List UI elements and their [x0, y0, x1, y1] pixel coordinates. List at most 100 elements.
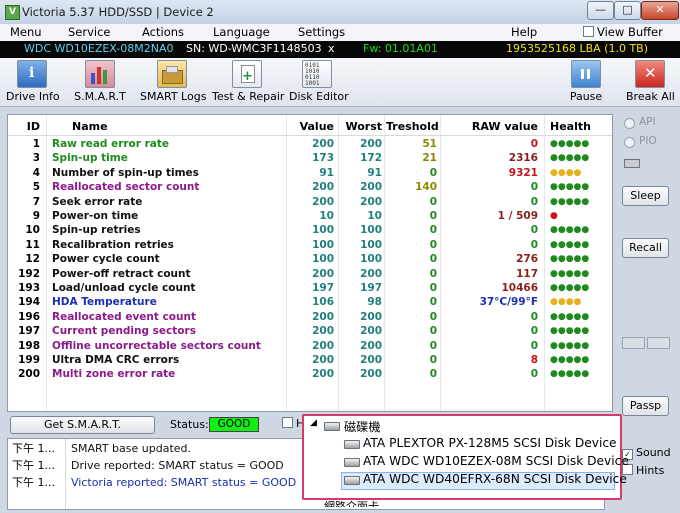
cell-raw: 276 [516, 253, 538, 266]
hints-label: Hints [636, 464, 665, 477]
passp-button[interactable]: Passp [622, 396, 669, 416]
break-all-button[interactable]: ✕ Break All [626, 60, 675, 103]
cell-health: ●●●●● [550, 340, 590, 351]
table-row[interactable]: 5 Reallocated sector count 200 200 140 0 ●●●●● [8, 180, 612, 194]
cell-health: ●●●●● [550, 225, 590, 236]
table-row[interactable]: 193 Load/unload cycle count 197 197 0 10466 ●●… [8, 281, 612, 295]
cell-raw: 0 [530, 181, 538, 194]
header-health[interactable]: Health [550, 120, 591, 133]
cell-id: 7 [32, 195, 40, 208]
table-row[interactable]: 3 Spin-up time 173 172 21 2316 ●●●●● [8, 151, 612, 165]
info-icon: i [17, 60, 47, 88]
table-row[interactable]: 1 Raw read error rate 200 200 51 0 ●●●●● [8, 137, 612, 151]
medical-plus-icon: + [232, 60, 262, 88]
cell-value: 200 [312, 267, 334, 280]
table-row[interactable]: 9 Power-on time 10 10 0 1 / 509 ● [8, 209, 612, 223]
menu-item-language[interactable]: Language [213, 25, 270, 39]
device-item[interactable]: ATA WDC WD10EZEX-08M SCSI Disk Device [363, 454, 629, 468]
cell-value: 173 [312, 152, 334, 165]
cell-value: 100 [312, 238, 334, 251]
cell-worst: 200 [360, 339, 382, 352]
drive-icon [344, 476, 360, 485]
header-name[interactable]: Name [72, 120, 108, 133]
header-worst[interactable]: Worst [340, 120, 382, 133]
drive-capacity: 1953525168 LBA (1.0 TB) [506, 42, 649, 55]
cell-id: 193 [18, 282, 40, 294]
menu-item-settings[interactable]: Settings [298, 25, 345, 39]
cell-worst: 200 [360, 267, 382, 280]
table-row[interactable]: 4 Number of spin-up times 91 91 0 9321 ●●●● [8, 166, 612, 180]
cell-worst: 200 [360, 325, 382, 338]
recall-button[interactable]: Recall [622, 238, 669, 258]
menu-item-menu[interactable]: Menu [10, 25, 42, 39]
disk-editor-button[interactable]: 0101 1010 0110 1001 Disk Editor [289, 60, 349, 103]
header-treshold[interactable]: Treshold [386, 120, 439, 133]
cell-treshold: 21 [422, 152, 437, 165]
drive-close-x[interactable]: x [328, 42, 335, 55]
cell-value: 91 [319, 166, 334, 179]
cell-health: ● [550, 211, 558, 221]
device-item[interactable]: ATA PLEXTOR PX-128M5 SCSI Disk Device [363, 436, 617, 450]
cell-worst: 200 [360, 368, 382, 381]
pause-icon [571, 60, 601, 88]
test-repair-button[interactable]: + Test & Repair [212, 60, 284, 103]
cell-id: 198 [18, 339, 40, 352]
table-row[interactable]: 196 Reallocated event count 200 200 0 0 ●●●●● [8, 310, 612, 324]
cell-raw: 117 [516, 267, 538, 280]
cell-id: 11 [25, 238, 40, 251]
smart-button[interactable]: S.M.A.R.T [74, 60, 126, 103]
drive-model: WDC WD10EZEX-08M2NA0 [24, 42, 174, 55]
close-button[interactable]: ✕ [641, 1, 679, 20]
table-row[interactable]: 198 Offline uncorrectable sectors count 20… [8, 339, 612, 353]
cell-health: ●●●●● [550, 196, 590, 207]
pause-button[interactable]: Pause [566, 60, 606, 103]
pio-radio[interactable] [624, 137, 635, 148]
device-item-selected[interactable]: ATA WDC WD40EFRX-68N SCSI Disk Device [363, 472, 627, 486]
cell-treshold: 0 [429, 267, 437, 280]
collapse-arrow-icon[interactable]: ◢ [310, 418, 317, 428]
sleep-button[interactable]: Sleep [622, 186, 669, 206]
cell-worst: 100 [360, 238, 382, 251]
api-radio[interactable] [624, 118, 635, 129]
log-message: Drive reported: SMART status = GOOD [71, 459, 284, 472]
cell-health: ●●●●● [550, 311, 590, 322]
header-value[interactable]: Value [290, 120, 334, 133]
drive-info-button[interactable]: i Drive Info [6, 60, 60, 103]
menu-item-service[interactable]: Service [68, 25, 111, 39]
menu-item-actions[interactable]: Actions [142, 25, 184, 39]
maximize-button[interactable]: □ [614, 1, 641, 20]
cell-name: Multi zone error rate [52, 368, 176, 381]
table-row[interactable]: 199 Ultra DMA CRC errors 200 200 0 8 ●●●●● [8, 353, 612, 367]
header-raw[interactable]: RAW value [444, 120, 538, 133]
cell-treshold: 0 [429, 354, 437, 366]
status-badge: GOOD [209, 417, 259, 432]
minimize-button[interactable]: — [587, 1, 614, 20]
smart-logs-button[interactable]: SMART Logs [140, 60, 206, 103]
cell-treshold: 140 [415, 181, 437, 194]
h-checkbox[interactable]: H [282, 417, 304, 430]
header-id[interactable]: ID [10, 120, 40, 133]
maximize-icon: □ [622, 3, 633, 16]
table-row[interactable]: 11 Recalibration retries 100 100 0 0 ●●●●● [8, 238, 612, 252]
sound-checkbox[interactable]: ✓ Sound [622, 446, 671, 460]
table-row[interactable]: 194 HDA Temperature 106 98 0 37°C/99°F ●●●● [8, 295, 612, 309]
table-row[interactable]: 192 Power-off retract count 200 200 0 117 ●●●●… [8, 267, 612, 281]
table-row[interactable]: 12 Power cycle count 100 100 0 276 ●●●●● [8, 252, 612, 266]
table-row[interactable]: 7 Seek error rate 200 200 0 0 ●●●●● [8, 195, 612, 209]
small-button-2[interactable] [647, 337, 670, 349]
small-button-1[interactable] [622, 337, 645, 349]
table-row[interactable]: 10 Spin-up retries 100 100 0 0 ●●●●● [8, 223, 612, 237]
cell-id: 4 [32, 166, 40, 179]
menu-item-help[interactable]: Help [511, 25, 537, 39]
cell-health: ●●●●● [550, 254, 590, 265]
table-row[interactable]: 197 Current pending sectors 200 200 0 0 ●●●●● [8, 324, 612, 338]
title-bar: V Victoria 5.37 HDD/SSD | Device 2 — □ ✕ [0, 0, 680, 25]
get-smart-button[interactable]: Get S.M.A.R.T. [10, 416, 155, 434]
device-group-label: 磁碟機 [344, 420, 381, 434]
cell-treshold: 51 [422, 138, 437, 150]
drive-firmware: Fw: 01.01A01 [363, 42, 438, 55]
api-label: API [639, 116, 656, 128]
network-group-label: 網路介面卡 [324, 500, 379, 507]
cell-worst: 200 [360, 138, 382, 150]
table-row[interactable]: 200 Multi zone error rate 200 200 0 0 ●●●●● [8, 367, 612, 381]
